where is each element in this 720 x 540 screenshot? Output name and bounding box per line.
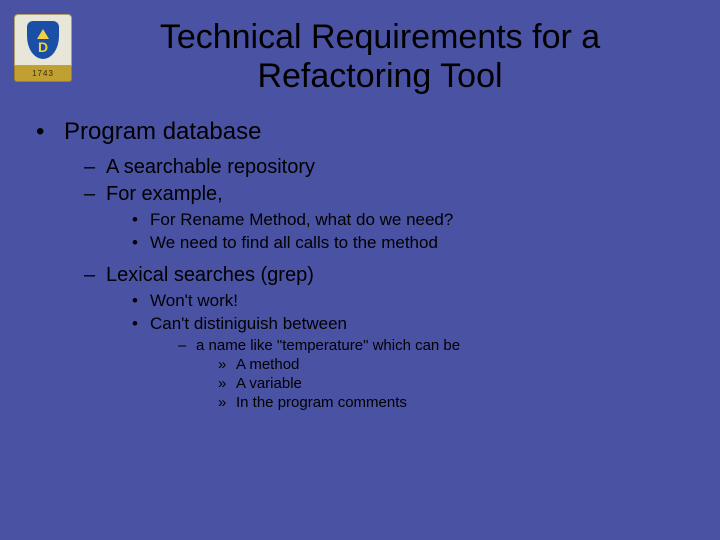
- bullet-text: Lexical searches (grep): [106, 264, 314, 286]
- bullet-level3: •Won't work!: [132, 291, 720, 311]
- bullet-text: In the program comments: [236, 394, 407, 411]
- slide-title: Technical Requirements for a Refactoring…: [0, 0, 720, 96]
- logo-year: 1743: [14, 66, 72, 82]
- bullet-text: A searchable repository: [106, 156, 315, 178]
- bullet-raquo-icon: »: [218, 394, 236, 411]
- bullet-dot-icon: •: [132, 291, 150, 311]
- bullet-dot-icon: •: [132, 233, 150, 253]
- bullet-level5: »In the program comments: [218, 394, 720, 411]
- bullet-text: Won't work!: [150, 291, 238, 310]
- bullet-level4: –a name like "temperature" which can be: [178, 337, 720, 354]
- logo-shield: D: [27, 21, 59, 59]
- bullet-dot-icon: •: [132, 210, 150, 230]
- bullet-text: A method: [236, 356, 299, 373]
- bullet-level2: –Lexical searches (grep): [84, 264, 720, 287]
- bullet-level3: •For Rename Method, what do we need?: [132, 210, 720, 230]
- bullet-dot-icon: •: [36, 118, 64, 146]
- bullet-dash-icon: –: [84, 183, 106, 206]
- bullet-level5: »A variable: [218, 375, 720, 392]
- bullet-text: Can't distiniguish between: [150, 314, 347, 333]
- slide-body: •Program database –A searchable reposito…: [0, 118, 720, 411]
- bullet-raquo-icon: »: [218, 356, 236, 373]
- bullet-level3: •Can't distiniguish between: [132, 314, 720, 334]
- bullet-text: a name like "temperature" which can be: [196, 337, 460, 354]
- bullet-text: For example,: [106, 183, 223, 205]
- bullet-raquo-icon: »: [218, 375, 236, 392]
- bullet-text: Program database: [64, 118, 261, 145]
- bullet-text: A variable: [236, 375, 302, 392]
- logo-crest: D: [14, 14, 72, 66]
- bullet-dot-icon: •: [132, 314, 150, 334]
- bullet-text: We need to find all calls to the method: [150, 233, 438, 252]
- bullet-dash-icon: –: [84, 156, 106, 179]
- bullet-dash-icon: –: [178, 337, 196, 354]
- bullet-level2: –A searchable repository: [84, 156, 720, 179]
- bullet-level5: »A method: [218, 356, 720, 373]
- bullet-level1: •Program database: [36, 118, 720, 146]
- bullet-level2: –For example,: [84, 183, 720, 206]
- bullet-dash-icon: –: [84, 264, 106, 287]
- bullet-level3: •We need to find all calls to the method: [132, 233, 720, 253]
- bullet-text: For Rename Method, what do we need?: [150, 210, 453, 229]
- university-logo: D 1743: [14, 14, 72, 86]
